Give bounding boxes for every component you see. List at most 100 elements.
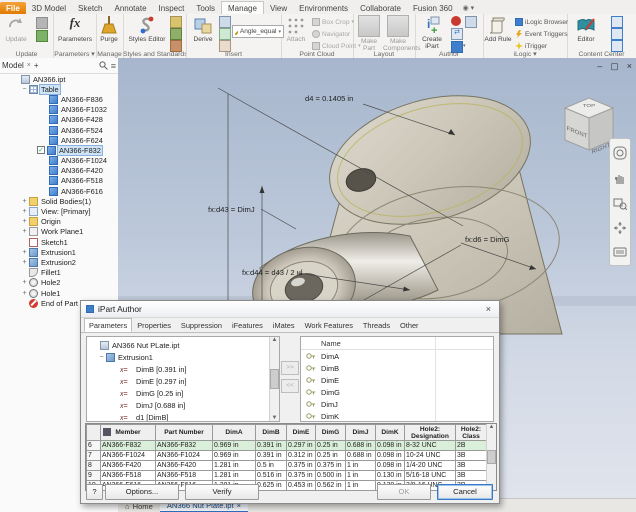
- tree-item[interactable]: Fillet1: [0, 268, 118, 278]
- table-row[interactable]: 7 AN366-F1024 AN366-F1024 0.969 in 0.391…: [87, 451, 487, 461]
- ribbon-tab[interactable]: Manage: [221, 1, 264, 14]
- angle-equal-combo[interactable]: Angle_equal ▾: [232, 25, 284, 38]
- tree-item[interactable]: + Solid Bodies(1): [0, 196, 118, 206]
- table-header-cell[interactable]: DimG: [316, 425, 346, 441]
- expander-icon[interactable]: +: [20, 279, 29, 286]
- table-header-cell[interactable]: Hole2: Class: [456, 425, 487, 441]
- dialog-tab[interactable]: Work Features: [300, 318, 358, 332]
- member-cell[interactable]: AN366-F420: [101, 461, 156, 471]
- table-header-cell[interactable]: DimE: [287, 425, 316, 441]
- tree-item[interactable]: + Hole1: [0, 288, 118, 298]
- dialog-tab[interactable]: Threads: [358, 318, 395, 332]
- tree-item[interactable]: AN366-F616: [0, 186, 118, 196]
- minimize-icon[interactable]: –: [597, 61, 602, 72]
- panel-label-ilogic[interactable]: iLogic ▾: [483, 50, 567, 58]
- author-clock-icon[interactable]: [451, 16, 461, 26]
- row-number-cell[interactable]: 7: [87, 451, 101, 461]
- dimg-cell[interactable]: 0.25 in: [316, 451, 346, 461]
- add-rule-button[interactable]: Add Rule: [483, 15, 513, 43]
- table-header-cell[interactable]: Part Number: [156, 425, 213, 441]
- part-number-cell[interactable]: AN366-F518: [156, 471, 213, 481]
- expander-icon[interactable]: +: [20, 198, 29, 205]
- table-header-cell[interactable]: DimB: [256, 425, 287, 441]
- style-small-icon-2[interactable]: [170, 28, 182, 40]
- dimg-cell[interactable]: 0.375 in: [316, 461, 346, 471]
- export-arrow-icon[interactable]: ▾: [463, 43, 466, 49]
- dimk-cell[interactable]: 0.098 in: [376, 451, 405, 461]
- attach-button[interactable]: Attach: [281, 15, 311, 43]
- author-window-icon[interactable]: [465, 16, 477, 28]
- key-parameter-row[interactable]: DimG: [301, 386, 493, 398]
- tree-item[interactable]: AN366-F1032: [0, 105, 118, 115]
- key-parameter-row[interactable]: DimJ: [301, 398, 493, 410]
- key-parameter-row[interactable]: DimA: [301, 350, 493, 362]
- row-number-cell[interactable]: 6: [87, 441, 101, 451]
- param-tree-item[interactable]: DimJ [0.688 in]: [89, 399, 279, 411]
- dima-cell[interactable]: 1.281 in: [213, 471, 256, 481]
- table-header-cell[interactable]: [87, 425, 101, 441]
- ribbon-tab[interactable]: 3D Model: [26, 2, 72, 14]
- dime-cell[interactable]: 0.297 in: [287, 441, 316, 451]
- panel-label-content-center[interactable]: Content Center: [567, 51, 636, 58]
- dialog-tab[interactable]: Suppression: [176, 318, 227, 332]
- key-parameter-row[interactable]: DimE: [301, 374, 493, 386]
- dialog-close-icon[interactable]: ×: [483, 304, 494, 314]
- member-checkbox[interactable]: [37, 146, 45, 154]
- help-button[interactable]: ?: [86, 484, 103, 500]
- ribbon-tab[interactable]: File: [0, 2, 26, 14]
- tree-item[interactable]: AN366-F836: [0, 94, 118, 104]
- dime-cell[interactable]: 0.375 in: [287, 461, 316, 471]
- dimk-cell[interactable]: 0.098 in: [376, 461, 405, 471]
- update-all-icon[interactable]: [36, 17, 48, 29]
- key-parameter-row[interactable]: DimB: [301, 362, 493, 374]
- orbit-icon[interactable]: [613, 221, 627, 235]
- tree-item[interactable]: + Work Plane1: [0, 227, 118, 237]
- update-button[interactable]: Update: [1, 15, 31, 43]
- part-number-cell[interactable]: AN366-F832: [156, 441, 213, 451]
- dima-cell[interactable]: 0.969 in: [213, 451, 256, 461]
- insert-frame-icon-2[interactable]: [219, 28, 231, 40]
- panel-label-point-cloud[interactable]: Point Cloud: [281, 51, 353, 58]
- panel-label-manage[interactable]: Manage: [96, 51, 123, 58]
- table-row[interactable]: 6 AN366-F832 AN366-F832 0.969 in 0.391 i…: [87, 441, 487, 451]
- styles-editor-button[interactable]: Styles Editor: [128, 15, 166, 43]
- navigator-item[interactable]: Navigator: [312, 30, 350, 38]
- annotation-d44[interactable]: fx:d44 = d43 / 2 ul: [242, 268, 303, 277]
- expander-icon[interactable]: +: [20, 290, 29, 297]
- ribbon-display-options-icon[interactable]: ◉ ▾: [459, 2, 479, 14]
- table-header-cell[interactable]: DimJ: [346, 425, 376, 441]
- param-tree-item[interactable]: DimG [0.25 in]: [89, 387, 279, 399]
- expander-icon[interactable]: +: [20, 208, 29, 215]
- cc-publish-icon[interactable]: [611, 16, 623, 28]
- param-tree-item[interactable]: − Extrusion1: [89, 351, 279, 363]
- table-header-cell[interactable]: DimA: [213, 425, 256, 441]
- panel-label-update[interactable]: Update: [0, 51, 53, 58]
- annotation-d6[interactable]: fx:d6 = DimG: [465, 235, 510, 244]
- dialog-title-bar[interactable]: iPart Author ×: [81, 301, 499, 318]
- dime-cell[interactable]: 0.312 in: [287, 451, 316, 461]
- member-cell[interactable]: AN366-F832: [101, 441, 156, 451]
- viewcube-top-label[interactable]: TOP: [583, 104, 596, 109]
- key-parameter-row[interactable]: DimK: [301, 410, 493, 422]
- expander-icon[interactable]: +: [20, 218, 29, 225]
- dialog-tab[interactable]: Properties: [132, 318, 176, 332]
- dimg-cell[interactable]: 0.25 in: [316, 441, 346, 451]
- dimj-cell[interactable]: 1 in: [346, 461, 376, 471]
- style-small-icon-1[interactable]: [170, 16, 182, 28]
- row-number-cell[interactable]: 9: [87, 471, 101, 481]
- tree-item[interactable]: − Table: [0, 84, 118, 94]
- dimb-cell[interactable]: 0.5 in: [256, 461, 287, 471]
- dimj-cell[interactable]: 0.688 in: [346, 441, 376, 451]
- box-crop-item[interactable]: Box Crop▾: [312, 18, 354, 26]
- move-right-button[interactable]: >>: [281, 361, 299, 375]
- param-tree-item[interactable]: DimB [0.391 in]: [89, 363, 279, 375]
- ribbon-tab[interactable]: Tools: [190, 2, 221, 14]
- tree-item[interactable]: AN366-F420: [0, 166, 118, 176]
- ribbon-tab[interactable]: Sketch: [72, 2, 108, 14]
- dimg-cell[interactable]: 0.500 in: [316, 471, 346, 481]
- search-icon[interactable]: [99, 61, 108, 70]
- panel-label-parameters[interactable]: Parameters ▾: [53, 50, 96, 58]
- tree-item[interactable]: + Extrusion1: [0, 247, 118, 257]
- make-part-button[interactable]: Make Part: [354, 15, 384, 52]
- tree-item[interactable]: + Origin: [0, 217, 118, 227]
